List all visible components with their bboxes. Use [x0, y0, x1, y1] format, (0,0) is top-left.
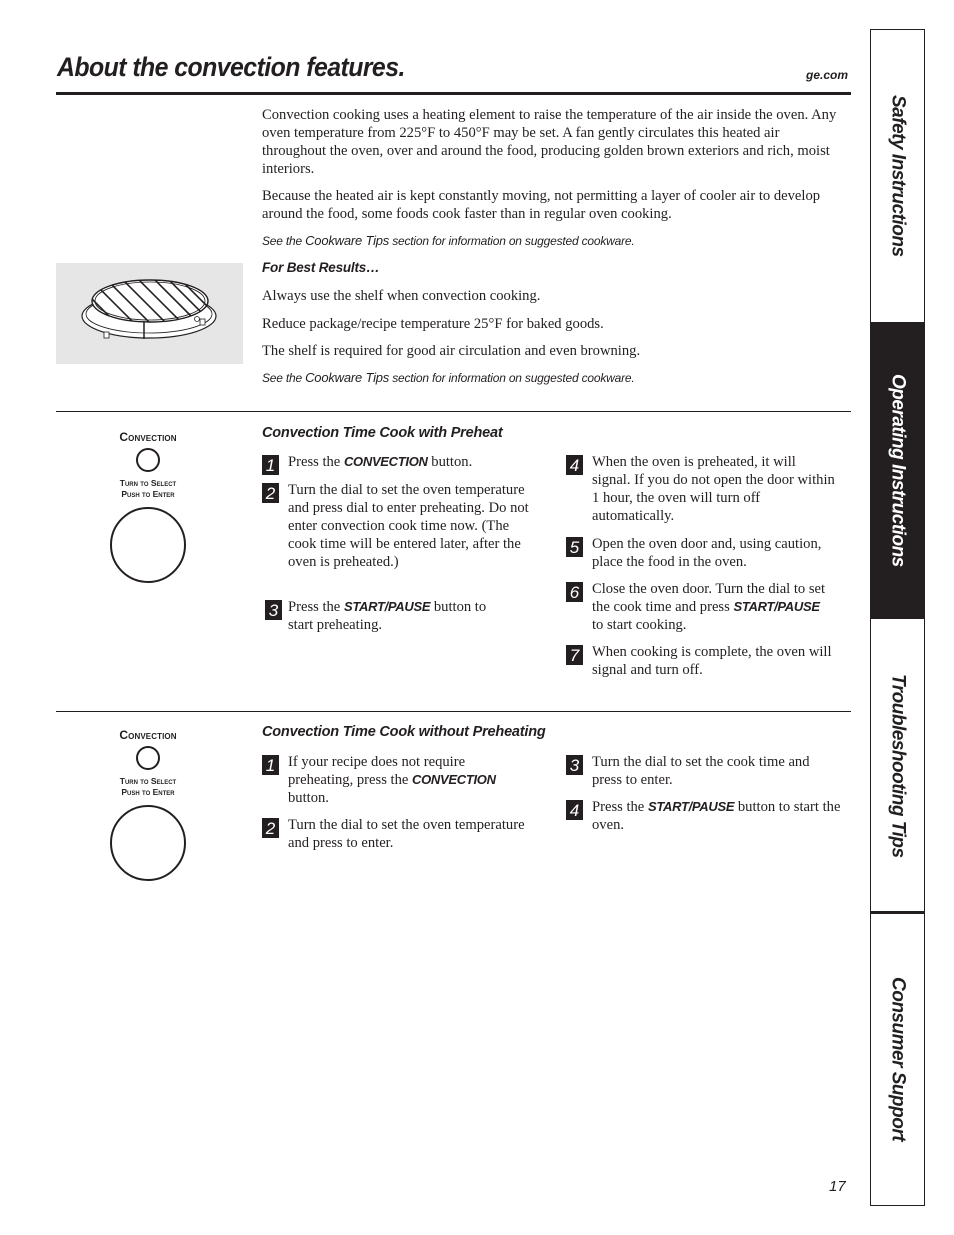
- tab-safety-instructions[interactable]: Safety Instructions: [871, 30, 924, 322]
- step-number-badge: 4: [566, 455, 583, 475]
- section-divider: [56, 411, 851, 412]
- step-number-badge: 2: [262, 483, 279, 503]
- step-text-post: to start cooking.: [592, 617, 687, 633]
- selector-dial-icon[interactable]: [110, 507, 186, 583]
- convection-shelf-icon: [81, 279, 217, 339]
- dial-label-turn: Turn to Select: [119, 478, 177, 488]
- intro-cookware-note: See the Cookware Tips section for inform…: [262, 233, 635, 248]
- selector-dial-icon[interactable]: [110, 805, 186, 881]
- step-number-badge: 3: [265, 600, 282, 620]
- step-text: Turn the dial to set the cook time and p…: [592, 754, 810, 788]
- step-text-pre: Press the: [288, 599, 344, 615]
- no-preheat-heading: Convection Time Cook without Preheating: [262, 724, 546, 740]
- header-rule: [56, 92, 851, 95]
- best-results-heading: For Best Results…: [262, 260, 380, 275]
- preheat-step-7: 7 When cooking is complete, the oven wil…: [566, 643, 836, 679]
- note-prefix: See the: [262, 371, 306, 385]
- step-text: Turn the dial to set the oven temperatur…: [288, 817, 525, 851]
- tab-troubleshooting-tips[interactable]: Troubleshooting Tips: [871, 619, 924, 913]
- convection-keyword: CONVECTION: [343, 454, 428, 469]
- best-results-item: Always use the shelf when convection coo…: [262, 288, 541, 304]
- site-link[interactable]: ge.com: [806, 68, 848, 82]
- page-title: About the convection features.: [57, 52, 405, 82]
- start-pause-keyword: START/PAUSE: [733, 599, 820, 614]
- step-number-badge: 2: [262, 818, 279, 838]
- step-text: Press the START/PAUSE button to start pr…: [288, 598, 495, 634]
- cookware-tips-link[interactable]: Cookware Tips: [305, 370, 389, 385]
- step-number-badge: 4: [566, 800, 583, 820]
- section-divider: [56, 711, 851, 712]
- intro-paragraph-1: Convection cooking uses a heating elemen…: [262, 107, 837, 177]
- shelf-illustration: [56, 263, 243, 364]
- preheat-step-5: 5 Open the oven door and, using caution,…: [566, 535, 836, 571]
- side-tab-nav: Safety Instructions Operating Instructio…: [870, 29, 925, 1206]
- step-text-pre: Press the: [288, 454, 344, 470]
- tab-operating-instructions[interactable]: Operating Instructions: [871, 322, 924, 619]
- step-text-pre: Press the: [592, 799, 648, 815]
- convection-button-label: Convection: [119, 728, 177, 742]
- control-panel-no-preheat: Convection Turn to Select Push to Enter: [100, 728, 196, 881]
- no-preheat-step-1: 1 If your recipe does not require prehea…: [262, 753, 532, 807]
- page-number: 17: [829, 1178, 846, 1195]
- step-text: When cooking is complete, the oven will …: [592, 644, 832, 678]
- step-text-post: button.: [427, 454, 473, 470]
- step-number-badge: 3: [566, 755, 583, 775]
- step-text: If your recipe does not require preheati…: [288, 753, 532, 807]
- convection-button-label: Convection: [119, 430, 177, 444]
- convection-button-icon[interactable]: [136, 448, 160, 472]
- no-preheat-step-4: 4 Press the START/PAUSE button to start …: [566, 798, 841, 834]
- convection-button-icon[interactable]: [136, 746, 160, 770]
- tab-label: Troubleshooting Tips: [887, 674, 909, 858]
- start-pause-keyword: START/PAUSE: [343, 599, 431, 614]
- step-number-badge: 6: [566, 582, 583, 602]
- preheat-step-3: 3 Press the START/PAUSE button to start …: [265, 598, 495, 634]
- step-text: Close the oven door. Turn the dial to se…: [592, 580, 826, 634]
- preheat-heading: Convection Time Cook with Preheat: [262, 425, 503, 441]
- step-number-badge: 7: [566, 645, 583, 665]
- step-number-badge: 1: [262, 755, 279, 775]
- preheat-step-4: 4 When the oven is preheated, it will si…: [566, 453, 836, 525]
- note-suffix: section for information on suggested coo…: [389, 234, 635, 248]
- convection-keyword: CONVECTION: [412, 772, 496, 787]
- dial-label-turn: Turn to Select: [119, 776, 177, 786]
- step-number-badge: 5: [566, 537, 583, 557]
- note-suffix: section for information on suggested coo…: [389, 371, 635, 385]
- step-text: Press the CONVECTION button.: [288, 453, 472, 475]
- no-preheat-step-3: 3 Turn the dial to set the cook time and…: [566, 753, 841, 789]
- preheat-step-2: 2 Turn the dial to set the oven temperat…: [262, 481, 532, 571]
- dial-label-push: Push to Enter: [121, 787, 175, 797]
- tab-label: Consumer Support: [887, 976, 909, 1142]
- step-text-post: button.: [288, 790, 329, 806]
- preheat-step-1: 1 Press the CONVECTION button.: [262, 453, 532, 475]
- tab-label: Operating Instructions: [887, 374, 909, 567]
- start-pause-keyword: START/PAUSE: [647, 799, 735, 814]
- control-panel-preheat: Convection Turn to Select Push to Enter: [100, 430, 196, 583]
- no-preheat-step-2: 2 Turn the dial to set the oven temperat…: [262, 816, 532, 852]
- best-results-item: Reduce package/recipe temperature 25°F f…: [262, 316, 604, 332]
- intro-paragraph-2: Because the heated air is kept constantl…: [262, 188, 821, 222]
- preheat-step-6: 6 Close the oven door. Turn the dial to …: [566, 580, 826, 634]
- step-number-badge: 1: [262, 455, 279, 475]
- best-results-cookware-note: See the Cookware Tips section for inform…: [262, 370, 635, 385]
- tab-consumer-support[interactable]: Consumer Support: [871, 914, 924, 1204]
- step-text: Open the oven door and, using caution, p…: [592, 536, 822, 570]
- note-prefix: See the: [262, 234, 306, 248]
- cookware-tips-link[interactable]: Cookware Tips: [305, 233, 389, 248]
- dial-label-push: Push to Enter: [121, 489, 175, 499]
- tab-label: Safety Instructions: [887, 95, 909, 257]
- step-text: Turn the dial to set the oven temperatur…: [288, 482, 529, 570]
- best-results-item: The shelf is required for good air circu…: [262, 343, 641, 359]
- step-text: When the oven is preheated, it will sign…: [592, 454, 835, 524]
- step-text: Press the START/PAUSE button to start th…: [592, 798, 841, 834]
